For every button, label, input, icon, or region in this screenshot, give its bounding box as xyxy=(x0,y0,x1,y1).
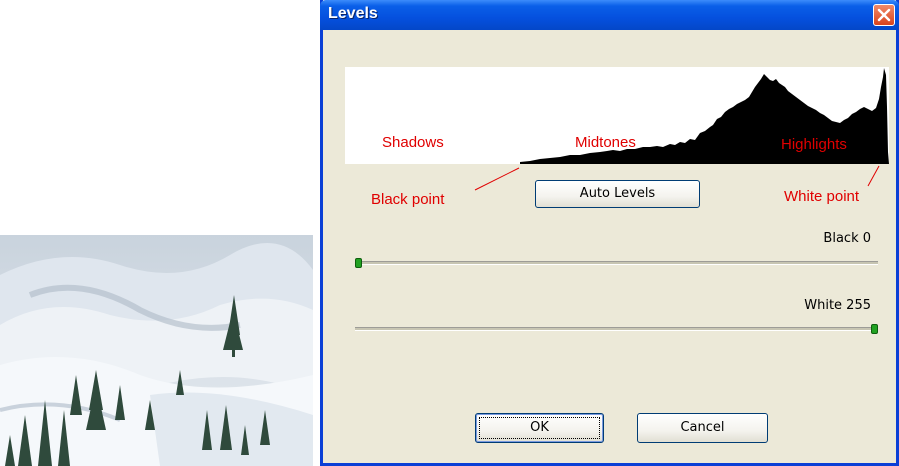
levels-dialog: Levels Shadows Midtones Highlights Black… xyxy=(320,0,899,466)
white-slider-label: White 255 xyxy=(804,298,871,313)
cancel-button[interactable]: Cancel xyxy=(637,413,768,443)
ok-button-label: OK xyxy=(530,420,549,435)
black-slider-track[interactable] xyxy=(355,261,878,265)
annotation-lines xyxy=(474,165,880,191)
snow-mountain-photo xyxy=(0,235,313,466)
black-slider-thumb[interactable] xyxy=(355,258,362,268)
white-point-pointer xyxy=(867,165,880,187)
ok-button[interactable]: OK xyxy=(475,413,604,443)
black-slider-label: Black 0 xyxy=(823,231,871,246)
auto-levels-button[interactable]: Auto Levels xyxy=(535,180,700,208)
white-slider-thumb[interactable] xyxy=(871,324,878,334)
black-point-pointer xyxy=(474,167,520,191)
white-slider-track[interactable] xyxy=(355,327,878,331)
